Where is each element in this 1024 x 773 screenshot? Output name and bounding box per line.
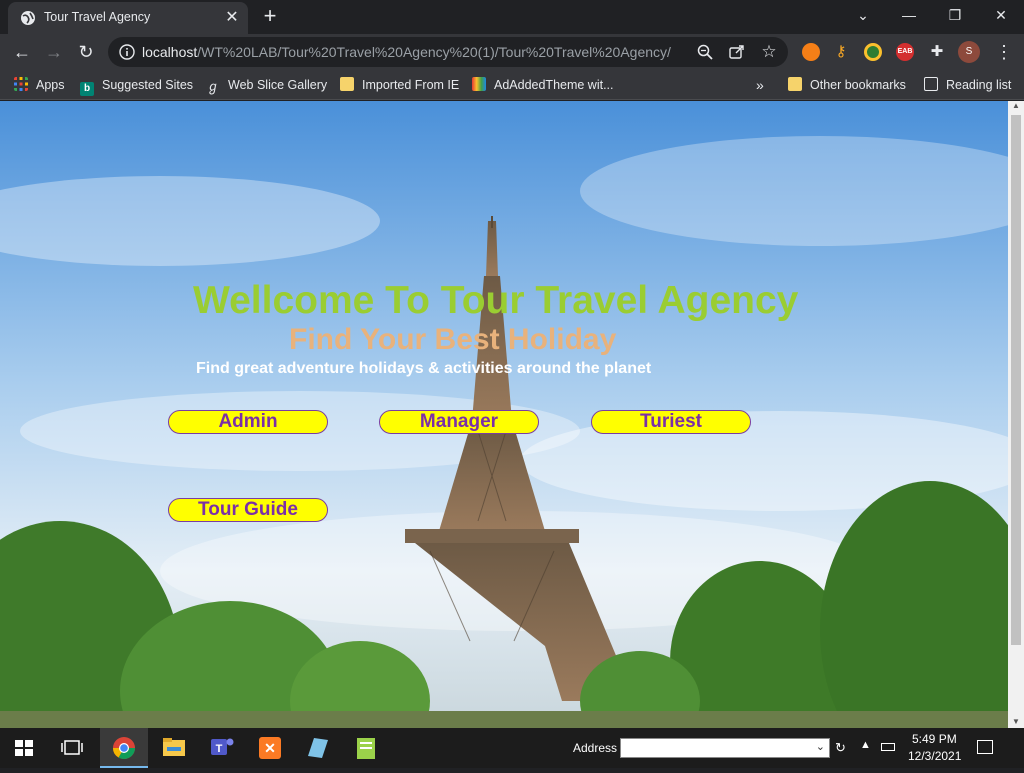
chrome-taskbar-button[interactable] <box>100 728 148 768</box>
chevron-down-icon[interactable]: ⌄ <box>816 740 825 753</box>
folder-icon <box>788 77 802 91</box>
bookmark-star-icon[interactable]: ☆ <box>760 43 778 61</box>
manager-button[interactable]: Manager <box>379 410 539 434</box>
taskbar-address-label: Address <box>573 741 618 755</box>
svg-text:✕: ✕ <box>264 740 276 756</box>
clock-time[interactable]: 5:49 PM <box>912 732 957 746</box>
windows-start-icon[interactable] <box>0 728 48 768</box>
bookmark-label: Web Slice Gallery <box>228 78 328 92</box>
file-explorer-icon[interactable] <box>150 728 198 768</box>
url-path: /WT%20LAB/Tour%20Travel%20Agency%20(1)/T… <box>197 44 671 60</box>
bookmark-other-bookmarks[interactable]: Other bookmarks <box>788 76 906 94</box>
bookmark-imported-from-ie[interactable]: Imported From IE <box>340 76 459 94</box>
tagline-text: Find great adventure holidays & activiti… <box>196 360 652 377</box>
close-tab-icon[interactable]: ✕ <box>222 8 242 28</box>
bookmark-adaddedtheme[interactable]: AdAddedTheme wit... <box>472 76 614 94</box>
page-viewport: Wellcome To Tour Travel Agency Find Your… <box>0 101 1008 728</box>
key-extension-icon[interactable]: ⚷ <box>832 43 850 61</box>
share-icon[interactable] <box>728 43 746 61</box>
browser-toolbar: ← → ↻ localhost/WT%20LAB/Tour%20Travel%2… <box>0 34 1024 70</box>
clock-date[interactable]: 12/3/2021 <box>908 749 961 763</box>
profile-avatar[interactable]: S <box>958 41 980 63</box>
bookmark-suggested-sites[interactable]: b Suggested Sites <box>80 76 194 96</box>
chrome-icon <box>113 737 135 759</box>
theme-icon <box>472 77 486 91</box>
bookmark-label: Imported From IE <box>362 78 460 92</box>
admin-button[interactable]: Admin <box>168 410 328 434</box>
new-tab-icon[interactable]: + <box>258 5 282 29</box>
tourist-button[interactable]: Turiest <box>591 410 751 434</box>
minimize-icon[interactable]: — <box>886 0 932 32</box>
extensions-puzzle-icon[interactable]: ✚ <box>928 43 946 61</box>
chevron-up-icon[interactable]: ▲ <box>860 739 871 751</box>
subtitle-heading: Find Your Best Holiday <box>289 323 617 356</box>
url-host: localhost <box>142 44 198 60</box>
welcome-heading: Wellcome To Tour Travel Agency <box>193 279 799 322</box>
scroll-thumb[interactable] <box>1011 115 1021 645</box>
tab-search-icon[interactable]: ⌄ <box>840 0 886 32</box>
bookmark-apps[interactable]: Apps <box>14 76 65 94</box>
apps-grid-icon <box>14 77 28 91</box>
adblock-icon[interactable]: EAB <box>896 43 914 61</box>
bookmark-label: Reading list <box>946 78 1012 92</box>
bookmark-label: Other bookmarks <box>810 78 906 92</box>
taskbar-address-input[interactable]: ⌄ <box>620 738 830 758</box>
browser-tab[interactable]: Tour Travel Agency ✕ <box>8 2 248 34</box>
bookmark-label: AdAddedTheme wit... <box>494 78 614 92</box>
back-icon[interactable]: ← <box>8 38 36 66</box>
reload-icon[interactable]: ↻ <box>72 38 100 66</box>
task-view-icon[interactable] <box>48 728 96 768</box>
close-window-icon[interactable]: ✕ <box>978 0 1024 32</box>
svg-text:T: T <box>216 743 223 755</box>
reading-list-button[interactable]: Reading list <box>924 76 1011 94</box>
bookmark-label: Apps <box>36 78 65 92</box>
windows-taskbar: T ✕ Address ⌄ ↻ ▲ 5:49 PM 12/3/2021 <box>0 728 1024 768</box>
battery-icon[interactable] <box>881 743 895 751</box>
forward-icon[interactable]: → <box>40 38 68 66</box>
bing-icon: b <box>80 82 94 96</box>
restore-icon[interactable]: ❐ <box>932 0 978 32</box>
notification-icon[interactable] <box>977 740 993 754</box>
tab-strip: Tour Travel Agency ✕ + ⌄ — ❐ ✕ <box>0 0 1024 34</box>
notepad-icon[interactable] <box>342 728 390 768</box>
refresh-icon[interactable]: ↻ <box>835 740 846 756</box>
bookmark-web-slice-gallery[interactable]: ℊ Web Slice Gallery <box>206 76 327 94</box>
reading-list-icon <box>924 77 938 91</box>
teams-icon[interactable]: T <box>198 728 246 768</box>
site-info-icon[interactable] <box>118 43 136 61</box>
xampp-icon[interactable]: ✕ <box>246 728 294 768</box>
scroll-up-icon[interactable]: ▲ <box>1012 101 1020 110</box>
bookmarks-bar: Apps b Suggested Sites ℊ Web Slice Gallery… <box>0 70 1024 100</box>
globe-icon <box>21 11 35 25</box>
extension-green-icon[interactable] <box>864 43 882 61</box>
app-blue-icon[interactable] <box>294 728 342 768</box>
scroll-down-icon[interactable]: ▼ <box>1012 717 1020 726</box>
address-bar[interactable]: localhost/WT%20LAB/Tour%20Travel%20Agenc… <box>108 37 788 67</box>
tour-guide-button[interactable]: Tour Guide <box>168 498 328 522</box>
folder-icon <box>340 77 354 91</box>
bookmark-label: Suggested Sites <box>102 78 194 92</box>
web-slice-icon: ℊ <box>206 79 220 94</box>
vertical-scrollbar[interactable]: ▲ ▼ <box>1008 101 1024 728</box>
extension-orange-icon[interactable] <box>802 43 820 61</box>
zoom-icon[interactable] <box>696 43 714 61</box>
bookmarks-overflow-icon[interactable]: » <box>756 76 764 94</box>
tab-title: Tour Travel Agency <box>44 10 151 24</box>
url-text: localhost/WT%20LAB/Tour%20Travel%20Agenc… <box>142 44 671 60</box>
menu-kebab-icon[interactable]: ⋮ <box>990 38 1018 66</box>
